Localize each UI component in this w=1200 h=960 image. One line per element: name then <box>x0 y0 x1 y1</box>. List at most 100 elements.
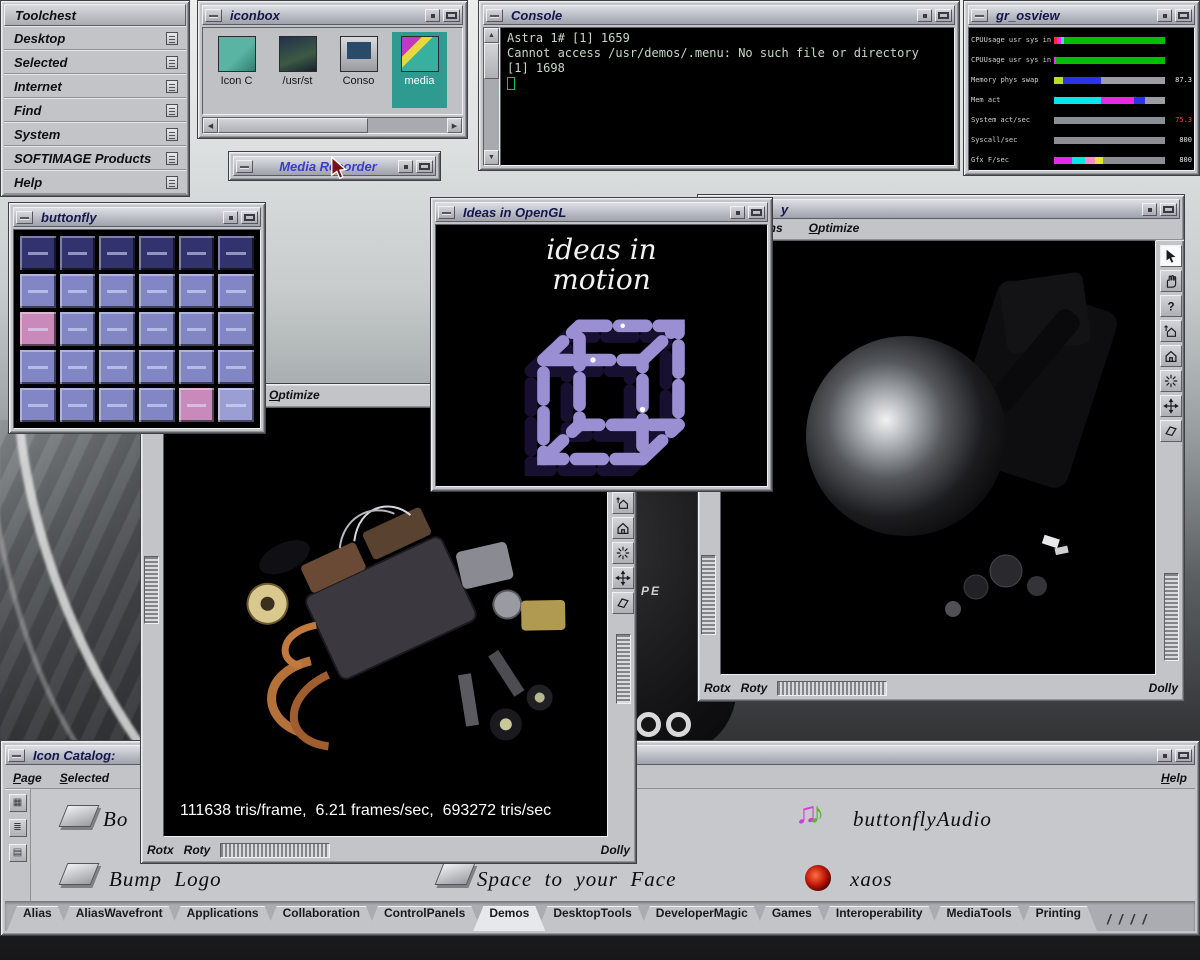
window-menu-icon[interactable] <box>438 206 455 219</box>
buttonfly-button[interactable] <box>218 312 254 346</box>
buttonfly-button[interactable] <box>20 274 56 308</box>
minimize-button[interactable] <box>398 160 413 173</box>
home-icon[interactable] <box>612 517 634 539</box>
buttonfly-button[interactable] <box>20 350 56 384</box>
maximize-button[interactable] <box>416 160 433 173</box>
catalog-tab[interactable]: ControlPanels <box>368 906 481 931</box>
toolchest-item[interactable]: Internet <box>4 74 186 98</box>
home-up-icon[interactable] <box>612 492 634 514</box>
maximize-button[interactable] <box>1160 203 1177 216</box>
toolchest-header[interactable]: Toolchest <box>4 4 186 26</box>
rotation-thumbwheel[interactable] <box>220 843 330 858</box>
buttonfly-button[interactable] <box>139 274 175 308</box>
buttonfly-button[interactable] <box>139 312 175 346</box>
toolchest-item[interactable]: System <box>4 122 186 146</box>
window-menu-icon[interactable] <box>8 749 25 762</box>
demo-viewer-titlebar[interactable]: y <box>702 199 1180 219</box>
buttonfly-button[interactable] <box>139 388 175 422</box>
buttonfly-button[interactable] <box>20 236 56 270</box>
iconbox-titlebar[interactable]: iconbox <box>202 5 463 25</box>
toolchest-item[interactable]: Find <box>4 98 186 122</box>
plane-icon[interactable] <box>1160 420 1182 442</box>
buttonfly-button[interactable] <box>218 350 254 384</box>
plane-icon[interactable] <box>612 592 634 614</box>
maximize-button[interactable] <box>1175 749 1192 762</box>
buttonfly-button[interactable] <box>99 236 135 270</box>
maximize-button[interactable] <box>443 9 460 22</box>
catalog-tab[interactable]: Collaboration <box>267 906 376 931</box>
buttonfly-button[interactable] <box>179 312 215 346</box>
buttonfly-button[interactable] <box>99 388 135 422</box>
toolchest-item[interactable]: SOFTIMAGE Products <box>4 146 186 170</box>
scroll-up-icon[interactable]: ▲ <box>484 28 499 43</box>
buttonfly-button[interactable] <box>179 388 215 422</box>
scroll-left-icon[interactable]: ◀ <box>203 118 218 133</box>
buttonfly-button[interactable] <box>99 274 135 308</box>
console-titlebar[interactable]: Console <box>483 5 955 25</box>
buttonfly-button[interactable] <box>218 388 254 422</box>
catalog-tab[interactable]: Alias <box>7 906 68 931</box>
minimize-button[interactable] <box>1157 749 1172 762</box>
scrollbar-track[interactable] <box>484 79 499 150</box>
audio-notes-icon[interactable]: ♫♪ <box>795 797 825 831</box>
minimize-button[interactable] <box>730 206 745 219</box>
buttonfly-button[interactable] <box>139 236 175 270</box>
minimize-button[interactable] <box>1157 9 1172 22</box>
window-menu-icon[interactable] <box>16 211 33 224</box>
terminal[interactable]: Astra 1# [1] 1659Cannot access /usr/demo… <box>500 27 955 166</box>
maximize-button[interactable] <box>935 9 952 22</box>
vertical-scrollbar[interactable]: ▲ ▼ <box>483 27 500 166</box>
minimize-button[interactable] <box>917 9 932 22</box>
buttonfly-button[interactable] <box>60 350 96 384</box>
menu-page[interactable]: Page <box>13 771 42 785</box>
catalog-entry-label[interactable]: Space to your Face <box>477 867 676 892</box>
menu-optimize[interactable]: Optimize <box>809 221 860 235</box>
demo-carpet-icon[interactable] <box>57 861 99 889</box>
buttonfly-button[interactable] <box>179 236 215 270</box>
buttonfly-button[interactable] <box>60 388 96 422</box>
catalog-tab[interactable]: Printing <box>1020 906 1097 931</box>
buttonfly-button[interactable] <box>60 312 96 346</box>
catalog-tab[interactable]: AliasWavefront <box>60 906 179 931</box>
buttonfly-button[interactable] <box>179 350 215 384</box>
minimize-button[interactable] <box>1142 203 1157 216</box>
vertical-thumbwheel[interactable] <box>1164 573 1179 661</box>
view-list-button[interactable]: ≣ <box>9 819 27 837</box>
buttonfly-titlebar[interactable]: buttonfly <box>13 207 261 227</box>
window-menu-icon[interactable] <box>205 9 222 22</box>
buttonfly-button[interactable] <box>60 236 96 270</box>
move-icon[interactable] <box>1160 395 1182 417</box>
horizontal-scrollbar[interactable]: ◀ ▶ <box>202 117 463 134</box>
view-grid-button[interactable]: ▦ <box>9 794 27 812</box>
rotation-thumbwheel[interactable] <box>777 681 887 696</box>
ideas-titlebar[interactable]: Ideas in OpenGL <box>435 202 768 222</box>
scrollbar-thumb[interactable] <box>218 118 368 133</box>
buttonfly-button[interactable] <box>218 274 254 308</box>
toolchest-item[interactable]: Desktop <box>4 26 186 50</box>
catalog-tab[interactable]: Interoperability <box>820 906 939 931</box>
scrollbar-track[interactable] <box>368 118 447 133</box>
catalog-tab[interactable]: Games <box>756 906 828 931</box>
xaos-icon[interactable] <box>805 865 831 891</box>
catalog-tab[interactable]: MediaTools <box>931 906 1028 931</box>
demo-carpet-icon[interactable] <box>57 803 99 831</box>
minimize-button[interactable] <box>223 211 238 224</box>
help-icon[interactable] <box>1160 295 1182 317</box>
pointer-icon[interactable] <box>1160 245 1182 267</box>
catalog-tab[interactable]: Applications <box>171 906 275 931</box>
catalog-entry-label[interactable]: buttonflyAudio <box>853 807 992 832</box>
home-up-icon[interactable] <box>1160 320 1182 342</box>
buttonfly-button[interactable] <box>99 312 135 346</box>
hand-icon[interactable] <box>1160 270 1182 292</box>
demo-carpet-icon[interactable] <box>433 861 475 889</box>
minimize-button[interactable] <box>425 9 440 22</box>
iconbox-item[interactable]: /usr/st <box>270 32 325 108</box>
maximize-button[interactable] <box>1175 9 1192 22</box>
iconbox-item[interactable]: Icon C <box>209 32 264 108</box>
buttonfly-button[interactable] <box>99 350 135 384</box>
move-icon[interactable] <box>612 567 634 589</box>
menu-optimize[interactable]: Optimize <box>269 388 320 402</box>
buttonfly-button[interactable] <box>60 274 96 308</box>
vertical-thumbwheel[interactable] <box>616 634 631 704</box>
vertical-thumbwheel[interactable] <box>144 556 159 624</box>
